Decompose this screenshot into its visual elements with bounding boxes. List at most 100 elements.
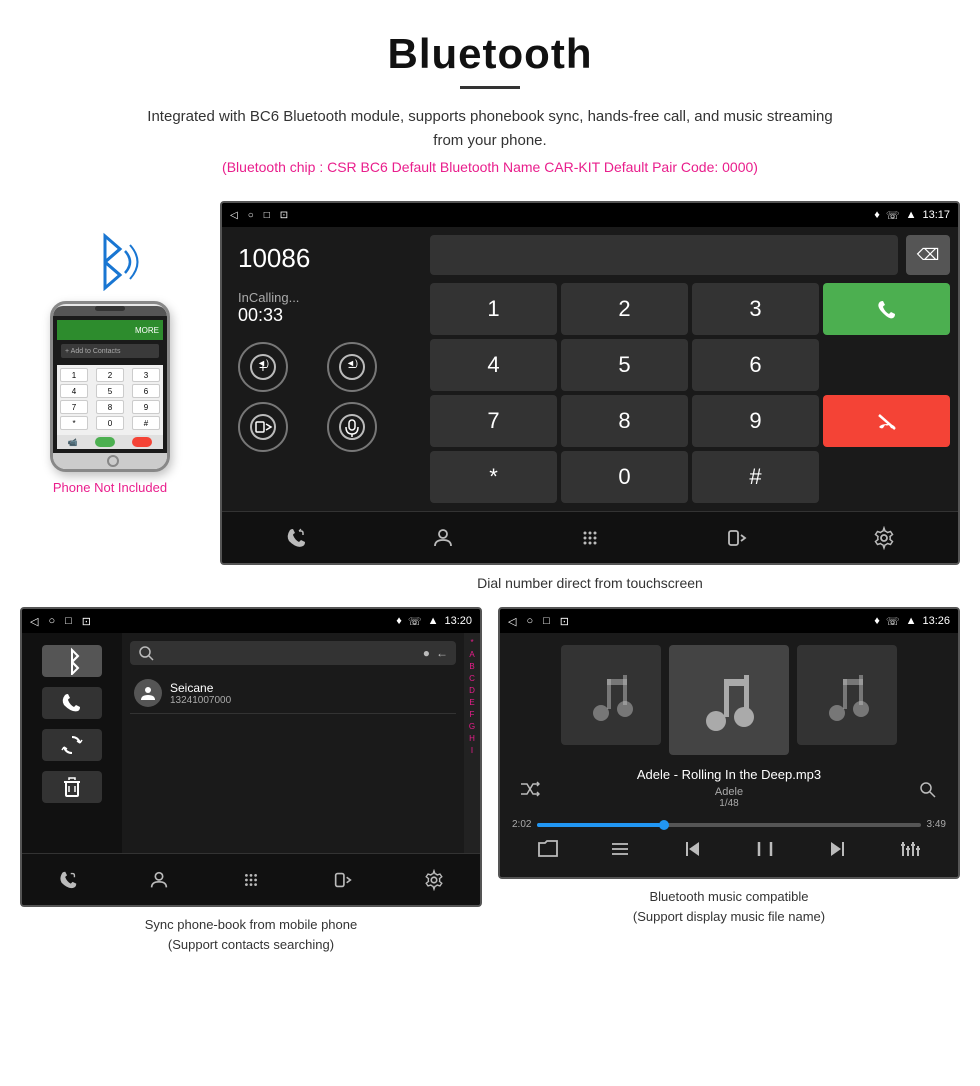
phone-end-button[interactable] xyxy=(132,437,152,447)
key-1[interactable]: 1 xyxy=(430,283,557,335)
microphone-button[interactable] xyxy=(327,402,377,452)
key-3[interactable]: 3 xyxy=(692,283,819,335)
pb-alpha-d[interactable]: D xyxy=(469,685,475,697)
call-button[interactable] xyxy=(823,283,950,335)
key-4[interactable]: 4 xyxy=(430,339,557,391)
bottom-row: ◁ ○ □ ⊡ ♦ ☏ ▲ 13:20 xyxy=(0,607,980,974)
volume-down-button[interactable]: − ◄) xyxy=(327,342,377,392)
phone-key-5[interactable]: 5 xyxy=(96,384,124,398)
dial-input-field[interactable] xyxy=(430,235,898,275)
nav-contacts-icon[interactable] xyxy=(423,518,463,558)
pb-status-left: ◁ ○ □ ⊡ xyxy=(30,615,91,628)
phone-key-0[interactable]: 0 xyxy=(96,416,124,430)
music-search-icon[interactable] xyxy=(918,780,938,803)
phone-key-8[interactable]: 8 xyxy=(96,400,124,414)
pb-alpha-i[interactable]: I xyxy=(471,745,473,757)
pb-alpha-b[interactable]: B xyxy=(469,661,474,673)
equalizer-icon xyxy=(899,838,921,860)
screenshot-icon[interactable]: ⊡ xyxy=(280,210,288,221)
key-2[interactable]: 2 xyxy=(561,283,688,335)
phone-key-star[interactable]: * xyxy=(60,416,88,430)
phonebook-caption: Sync phone-book from mobile phone (Suppo… xyxy=(145,915,357,954)
key-0[interactable]: 0 xyxy=(561,451,688,503)
pb-alpha-e[interactable]: E xyxy=(469,697,474,709)
nav-dialpad-icon[interactable] xyxy=(570,518,610,558)
pb-nav-phone[interactable] xyxy=(48,860,88,900)
volume-up-button[interactable]: + ◄) xyxy=(238,342,288,392)
music-recents-icon[interactable]: □ xyxy=(543,615,550,628)
backspace-button[interactable]: ⌫ xyxy=(906,235,950,275)
phone-key-9[interactable]: 9 xyxy=(132,400,160,414)
key-8[interactable]: 8 xyxy=(561,395,688,447)
end-call-icon xyxy=(873,407,901,435)
pb-back-icon[interactable]: ◁ xyxy=(30,615,38,628)
pb-contact-item[interactable]: Seicane 13241007000 xyxy=(130,673,456,714)
pb-delete-btn[interactable] xyxy=(42,771,102,803)
pb-bluetooth-btn[interactable] xyxy=(42,645,102,677)
end-call-button[interactable] xyxy=(823,395,950,447)
music-home-icon[interactable]: ○ xyxy=(526,615,533,628)
key-5[interactable]: 5 xyxy=(561,339,688,391)
pb-alpha-star[interactable]: * xyxy=(470,637,473,649)
pb-phone-btn[interactable] xyxy=(42,687,102,719)
music-caption-line2: (Support display music file name) xyxy=(633,909,825,924)
phone-video-icon: 📹 xyxy=(68,438,78,447)
pb-alpha-g[interactable]: G xyxy=(469,721,475,733)
phone-key-4[interactable]: 4 xyxy=(60,384,88,398)
phone-call-button[interactable] xyxy=(95,437,115,447)
music-progress-bar[interactable] xyxy=(537,823,920,827)
nav-phone-icon[interactable] xyxy=(276,518,316,558)
music-list-button[interactable] xyxy=(609,838,631,865)
car-screen-wrap: ◁ ○ □ ⊡ ♦ ☏ ▲ 13:17 10086 InC xyxy=(220,201,960,607)
pb-refresh-btn[interactable] xyxy=(42,729,102,761)
pb-back-arrow[interactable]: ← xyxy=(436,646,448,660)
list-icon xyxy=(609,838,631,860)
volume-up-icon: + ◄) xyxy=(249,353,277,381)
home-icon[interactable]: ○ xyxy=(248,210,254,221)
back-icon[interactable]: ◁ xyxy=(230,210,238,221)
pb-nav-transfer[interactable] xyxy=(323,860,363,900)
music-folder-button[interactable] xyxy=(537,838,559,865)
phone-key-7[interactable]: 7 xyxy=(60,400,88,414)
nav-settings-icon[interactable] xyxy=(864,518,904,558)
music-shuffle-icon[interactable] xyxy=(520,781,540,802)
transfer-button[interactable] xyxy=(238,402,288,452)
music-eq-button[interactable] xyxy=(899,838,921,865)
phone-home-button[interactable] xyxy=(53,453,170,469)
music-prev-button[interactable] xyxy=(682,838,704,865)
music-search-icon xyxy=(918,780,936,798)
phone-key-2[interactable]: 2 xyxy=(96,368,124,382)
music-next-button[interactable] xyxy=(826,838,848,865)
pb-ss-icon[interactable]: ⊡ xyxy=(82,615,91,628)
pb-alpha-f[interactable]: F xyxy=(470,709,475,721)
music-wrap: ◁ ○ □ ⊡ ♦ ☏ ▲ 13:26 xyxy=(498,607,960,954)
pb-nav-contacts[interactable] xyxy=(139,860,179,900)
pb-recents-icon[interactable]: □ xyxy=(65,615,72,628)
key-9[interactable]: 9 xyxy=(692,395,819,447)
music-ss-icon[interactable]: ⊡ xyxy=(560,615,569,628)
phone-key-hash[interactable]: # xyxy=(132,416,160,430)
pb-search-input[interactable] xyxy=(160,646,417,661)
key-hash[interactable]: # xyxy=(692,451,819,503)
phone-key-6[interactable]: 6 xyxy=(132,384,160,398)
pb-alpha-c[interactable]: C xyxy=(469,673,475,685)
phone-key-3[interactable]: 3 xyxy=(132,368,160,382)
pb-nav-dialpad[interactable] xyxy=(231,860,271,900)
pb-nav-settings[interactable] xyxy=(414,860,454,900)
transfer-icon xyxy=(249,413,277,441)
status-bar-right: ♦ ☏ ▲ 13:17 xyxy=(874,209,950,222)
key-7[interactable]: 7 xyxy=(430,395,557,447)
pb-alpha-h[interactable]: H xyxy=(469,733,475,745)
music-play-button[interactable] xyxy=(754,838,776,865)
phone-key-1[interactable]: 1 xyxy=(60,368,88,382)
pb-alpha-a[interactable]: A xyxy=(469,649,474,661)
music-album-right xyxy=(797,645,897,745)
music-screen: ◁ ○ □ ⊡ ♦ ☏ ▲ 13:26 xyxy=(498,607,960,879)
pb-alpha-list: * A B C D E F G H I xyxy=(464,633,480,853)
pb-home-icon[interactable]: ○ xyxy=(48,615,55,628)
nav-transfer-icon[interactable] xyxy=(717,518,757,558)
key-star[interactable]: * xyxy=(430,451,557,503)
music-back-icon[interactable]: ◁ xyxy=(508,615,516,628)
key-6[interactable]: 6 xyxy=(692,339,819,391)
recents-icon[interactable]: □ xyxy=(264,210,270,221)
